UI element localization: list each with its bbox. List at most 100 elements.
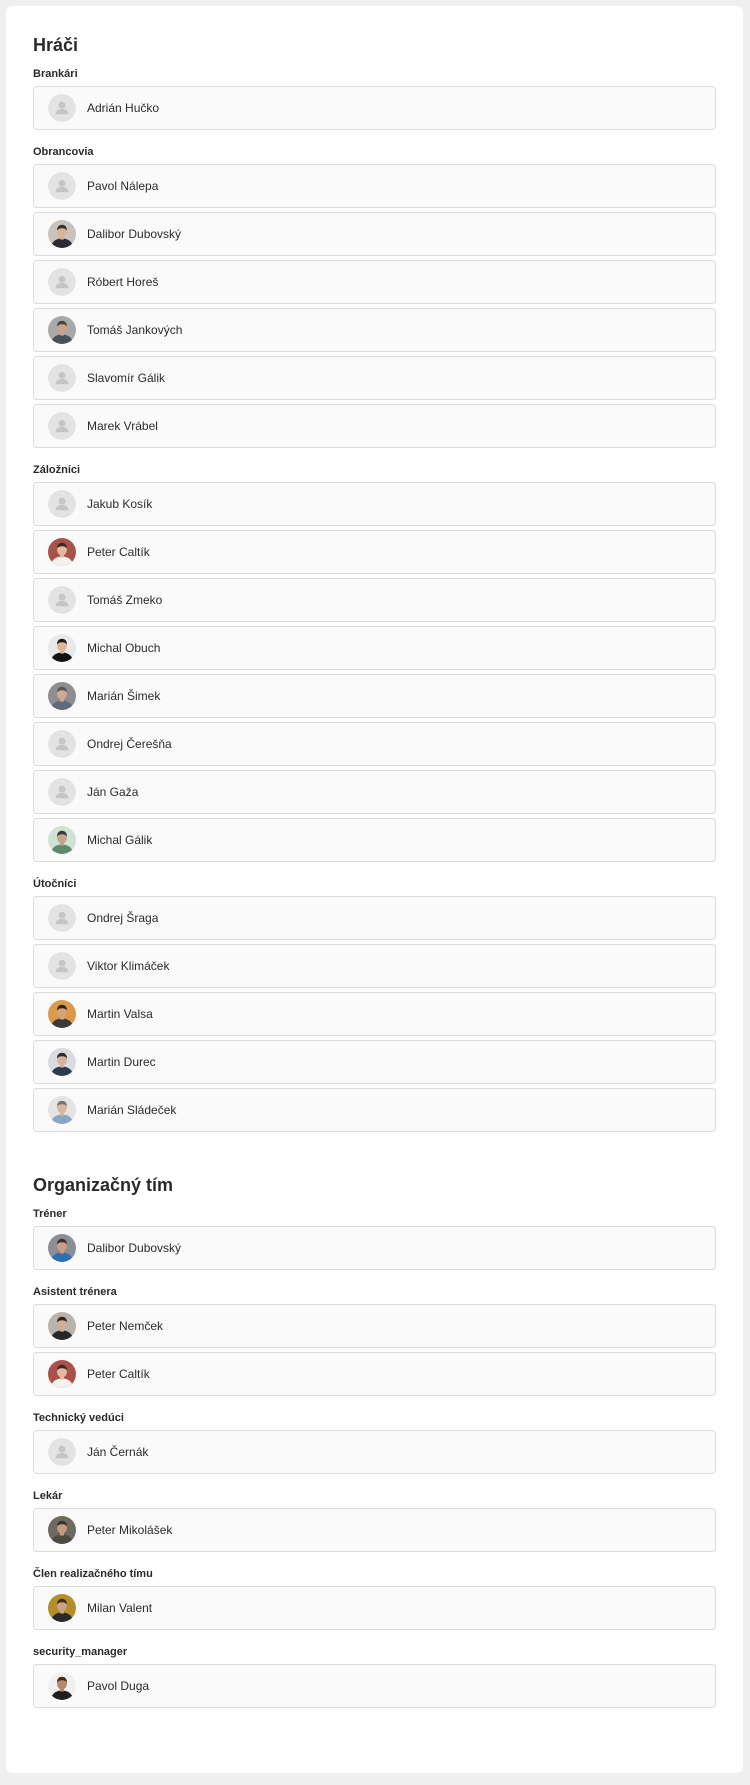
person-name: Peter Nemček [87,1319,164,1333]
person-placeholder-icon [48,364,76,392]
section-hraci: Hráči Brankári Adrián Hučko Obrancovia Pavol… [33,30,716,1132]
avatar-photo [48,538,76,566]
person-name: Pavol Nálepa [87,179,159,193]
person-placeholder-icon [48,778,76,806]
person-card-ondrej-sraga[interactable]: Ondrej Šraga [33,896,716,940]
person-list: Pavol Duga [33,1664,716,1708]
person-name: Pavol Duga [87,1679,150,1693]
avatar-photo [48,826,76,854]
person-card-marian-simek[interactable]: Marián Šimek [33,674,716,718]
person-placeholder-icon [48,1438,76,1466]
content-root: Hráči Brankári Adrián Hučko Obrancovia Pavol… [6,6,743,1708]
person-list: Milan Valent [33,1586,716,1630]
avatar-photo [48,1234,76,1262]
person-name: Marián Šimek [87,689,161,703]
person-name: Peter Caltík [87,1367,150,1381]
person-name: Martin Valsa [87,1007,153,1021]
group-title-trener: Tréner [33,1208,67,1220]
person-card-milan-valent[interactable]: Milan Valent [33,1586,716,1630]
group-title-asistent-trenera: Asistent trénera [33,1286,117,1298]
person-name: Michal Gálik [87,833,153,847]
person-card-dalibor-dubovsky[interactable]: Dalibor Dubovský [33,1226,716,1270]
person-name: Ondrej Čerešňa [87,737,172,751]
person-placeholder-icon [48,904,76,932]
person-card-ondrej-ceresna[interactable]: Ondrej Čerešňa [33,722,716,766]
person-card-viktor-klimacek[interactable]: Viktor Klimáček [33,944,716,988]
person-card-martin-durec[interactable]: Martin Durec [33,1040,716,1084]
person-card-peter-nemcek[interactable]: Peter Nemček [33,1304,716,1348]
group-title-clen-realizacneho-timu: Člen realizačného tímu [33,1568,153,1580]
person-placeholder-icon [48,586,76,614]
section-organizacny-tim: Organizačný tím Tréner Dalibor Dubovský Asi… [33,1170,716,1708]
person-list: Peter Mikolášek [33,1508,716,1552]
person-card-jan-gaza[interactable]: Ján Gaža [33,770,716,814]
person-name: Tomáš Jankových [87,323,183,337]
person-list: Dalibor Dubovský [33,1226,716,1270]
avatar-photo [48,1594,76,1622]
section-title: Hráči [33,35,79,55]
person-name: Tomáš Zmeko [87,593,163,607]
person-list: Ján Černák [33,1430,716,1474]
person-card-peter-caltik[interactable]: Peter Caltík [33,1352,716,1396]
person-card-dalibor-dubovsky[interactable]: Dalibor Dubovský [33,212,716,256]
avatar-photo [48,1000,76,1028]
avatar-photo [48,1312,76,1340]
person-card-jakub-kosik[interactable]: Jakub Kosík [33,482,716,526]
person-placeholder-icon [48,952,76,980]
person-list: Jakub Kosík Peter Caltík Tomáš Zmeko Michal… [33,482,716,862]
person-card-michal-obuch[interactable]: Michal Obuch [33,626,716,670]
person-placeholder-icon [48,268,76,296]
person-card-robert-hores[interactable]: Róbert Horeš [33,260,716,304]
person-name: Dalibor Dubovský [87,1241,182,1255]
person-card-slavomir-galik[interactable]: Slavomír Gálik [33,356,716,400]
person-card-pavol-nalepa[interactable]: Pavol Nálepa [33,164,716,208]
person-placeholder-icon [48,730,76,758]
person-name: Peter Caltík [87,545,150,559]
avatar-photo [48,682,76,710]
person-card-peter-mikolasek[interactable]: Peter Mikolášek [33,1508,716,1552]
avatar-photo [48,316,76,344]
person-placeholder-icon [48,412,76,440]
person-list: Adrián Hučko [33,86,716,130]
person-name: Ján Gaža [87,785,139,799]
person-name: Adrián Hučko [87,101,160,115]
person-name: Milan Valent [87,1601,153,1615]
person-card-tomas-zmeko[interactable]: Tomáš Zmeko [33,578,716,622]
person-placeholder-icon [48,490,76,518]
avatar-photo [48,1516,76,1544]
person-name: Michal Obuch [87,641,161,655]
group-title-utocnici: Útočníci [33,878,77,890]
person-name: Marián Sládeček [87,1103,177,1117]
person-card-jan-cernak[interactable]: Ján Černák [33,1430,716,1474]
group-title-obrancovia: Obrancovia [33,146,94,158]
person-card-tomas-jankovych[interactable]: Tomáš Jankových [33,308,716,352]
person-list: Peter Nemček Peter Caltík [33,1304,716,1396]
person-name: Martin Durec [87,1055,156,1069]
players-and-staff-card: Hráči Brankári Adrián Hučko Obrancovia Pavol… [6,6,743,1773]
person-name: Jakub Kosík [87,497,153,511]
person-name: Marek Vrábel [87,419,158,433]
person-name: Ján Černák [87,1445,149,1459]
person-card-adrian-hucko[interactable]: Adrián Hučko [33,86,716,130]
avatar-photo [48,1360,76,1388]
person-list: Ondrej Šraga Viktor Klimáček Martin Valsa M… [33,896,716,1132]
person-name: Slavomír Gálik [87,371,166,385]
person-card-peter-caltik[interactable]: Peter Caltík [33,530,716,574]
person-card-marek-vrabel[interactable]: Marek Vrábel [33,404,716,448]
person-list: Pavol Nálepa Dalibor Dubovský Róbert Horeš… [33,164,716,448]
avatar-photo [48,220,76,248]
person-card-pavol-duga[interactable]: Pavol Duga [33,1664,716,1708]
person-card-michal-galik[interactable]: Michal Gálik [33,818,716,862]
group-title-technicky-veduci: Technický vedúci [33,1412,124,1424]
person-placeholder-icon [48,94,76,122]
group-title-lekar: Lekár [33,1490,63,1502]
person-card-marian-sladecek[interactable]: Marián Sládeček [33,1088,716,1132]
group-title-brankari: Brankári [33,68,78,80]
person-placeholder-icon [48,172,76,200]
section-title: Organizačný tím [33,1175,174,1195]
avatar-photo [48,634,76,662]
person-name: Peter Mikolášek [87,1523,173,1537]
person-card-martin-valsa[interactable]: Martin Valsa [33,992,716,1036]
avatar-photo [48,1048,76,1076]
person-name: Viktor Klimáček [87,959,170,973]
